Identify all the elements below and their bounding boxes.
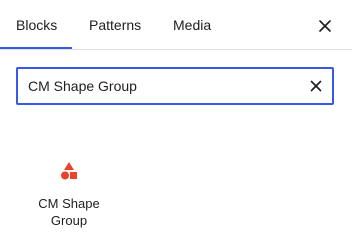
shapes-icon	[59, 161, 79, 181]
tab-media[interactable]: Media	[173, 0, 211, 49]
close-icon	[304, 74, 328, 98]
active-tab-indicator	[0, 47, 72, 49]
block-result-label: CM Shape Group	[22, 195, 116, 229]
close-icon	[311, 12, 339, 40]
close-inserter-button[interactable]	[311, 12, 339, 40]
block-result-label-line2: Group	[50, 213, 88, 228]
inserter-tab-bar: Blocks Patterns Media	[0, 0, 352, 50]
tab-patterns[interactable]: Patterns	[89, 0, 141, 49]
block-inserter-panel: Blocks Patterns Media CM Shape Group CM …	[0, 0, 352, 246]
block-search-input[interactable]	[28, 69, 298, 103]
block-search-box	[16, 67, 334, 105]
clear-search-button[interactable]	[304, 74, 328, 98]
block-result-label-line1: CM Shape	[38, 196, 100, 211]
block-result-cm-shape-group[interactable]: CM Shape Group	[22, 146, 116, 234]
tab-blocks[interactable]: Blocks	[16, 0, 57, 49]
